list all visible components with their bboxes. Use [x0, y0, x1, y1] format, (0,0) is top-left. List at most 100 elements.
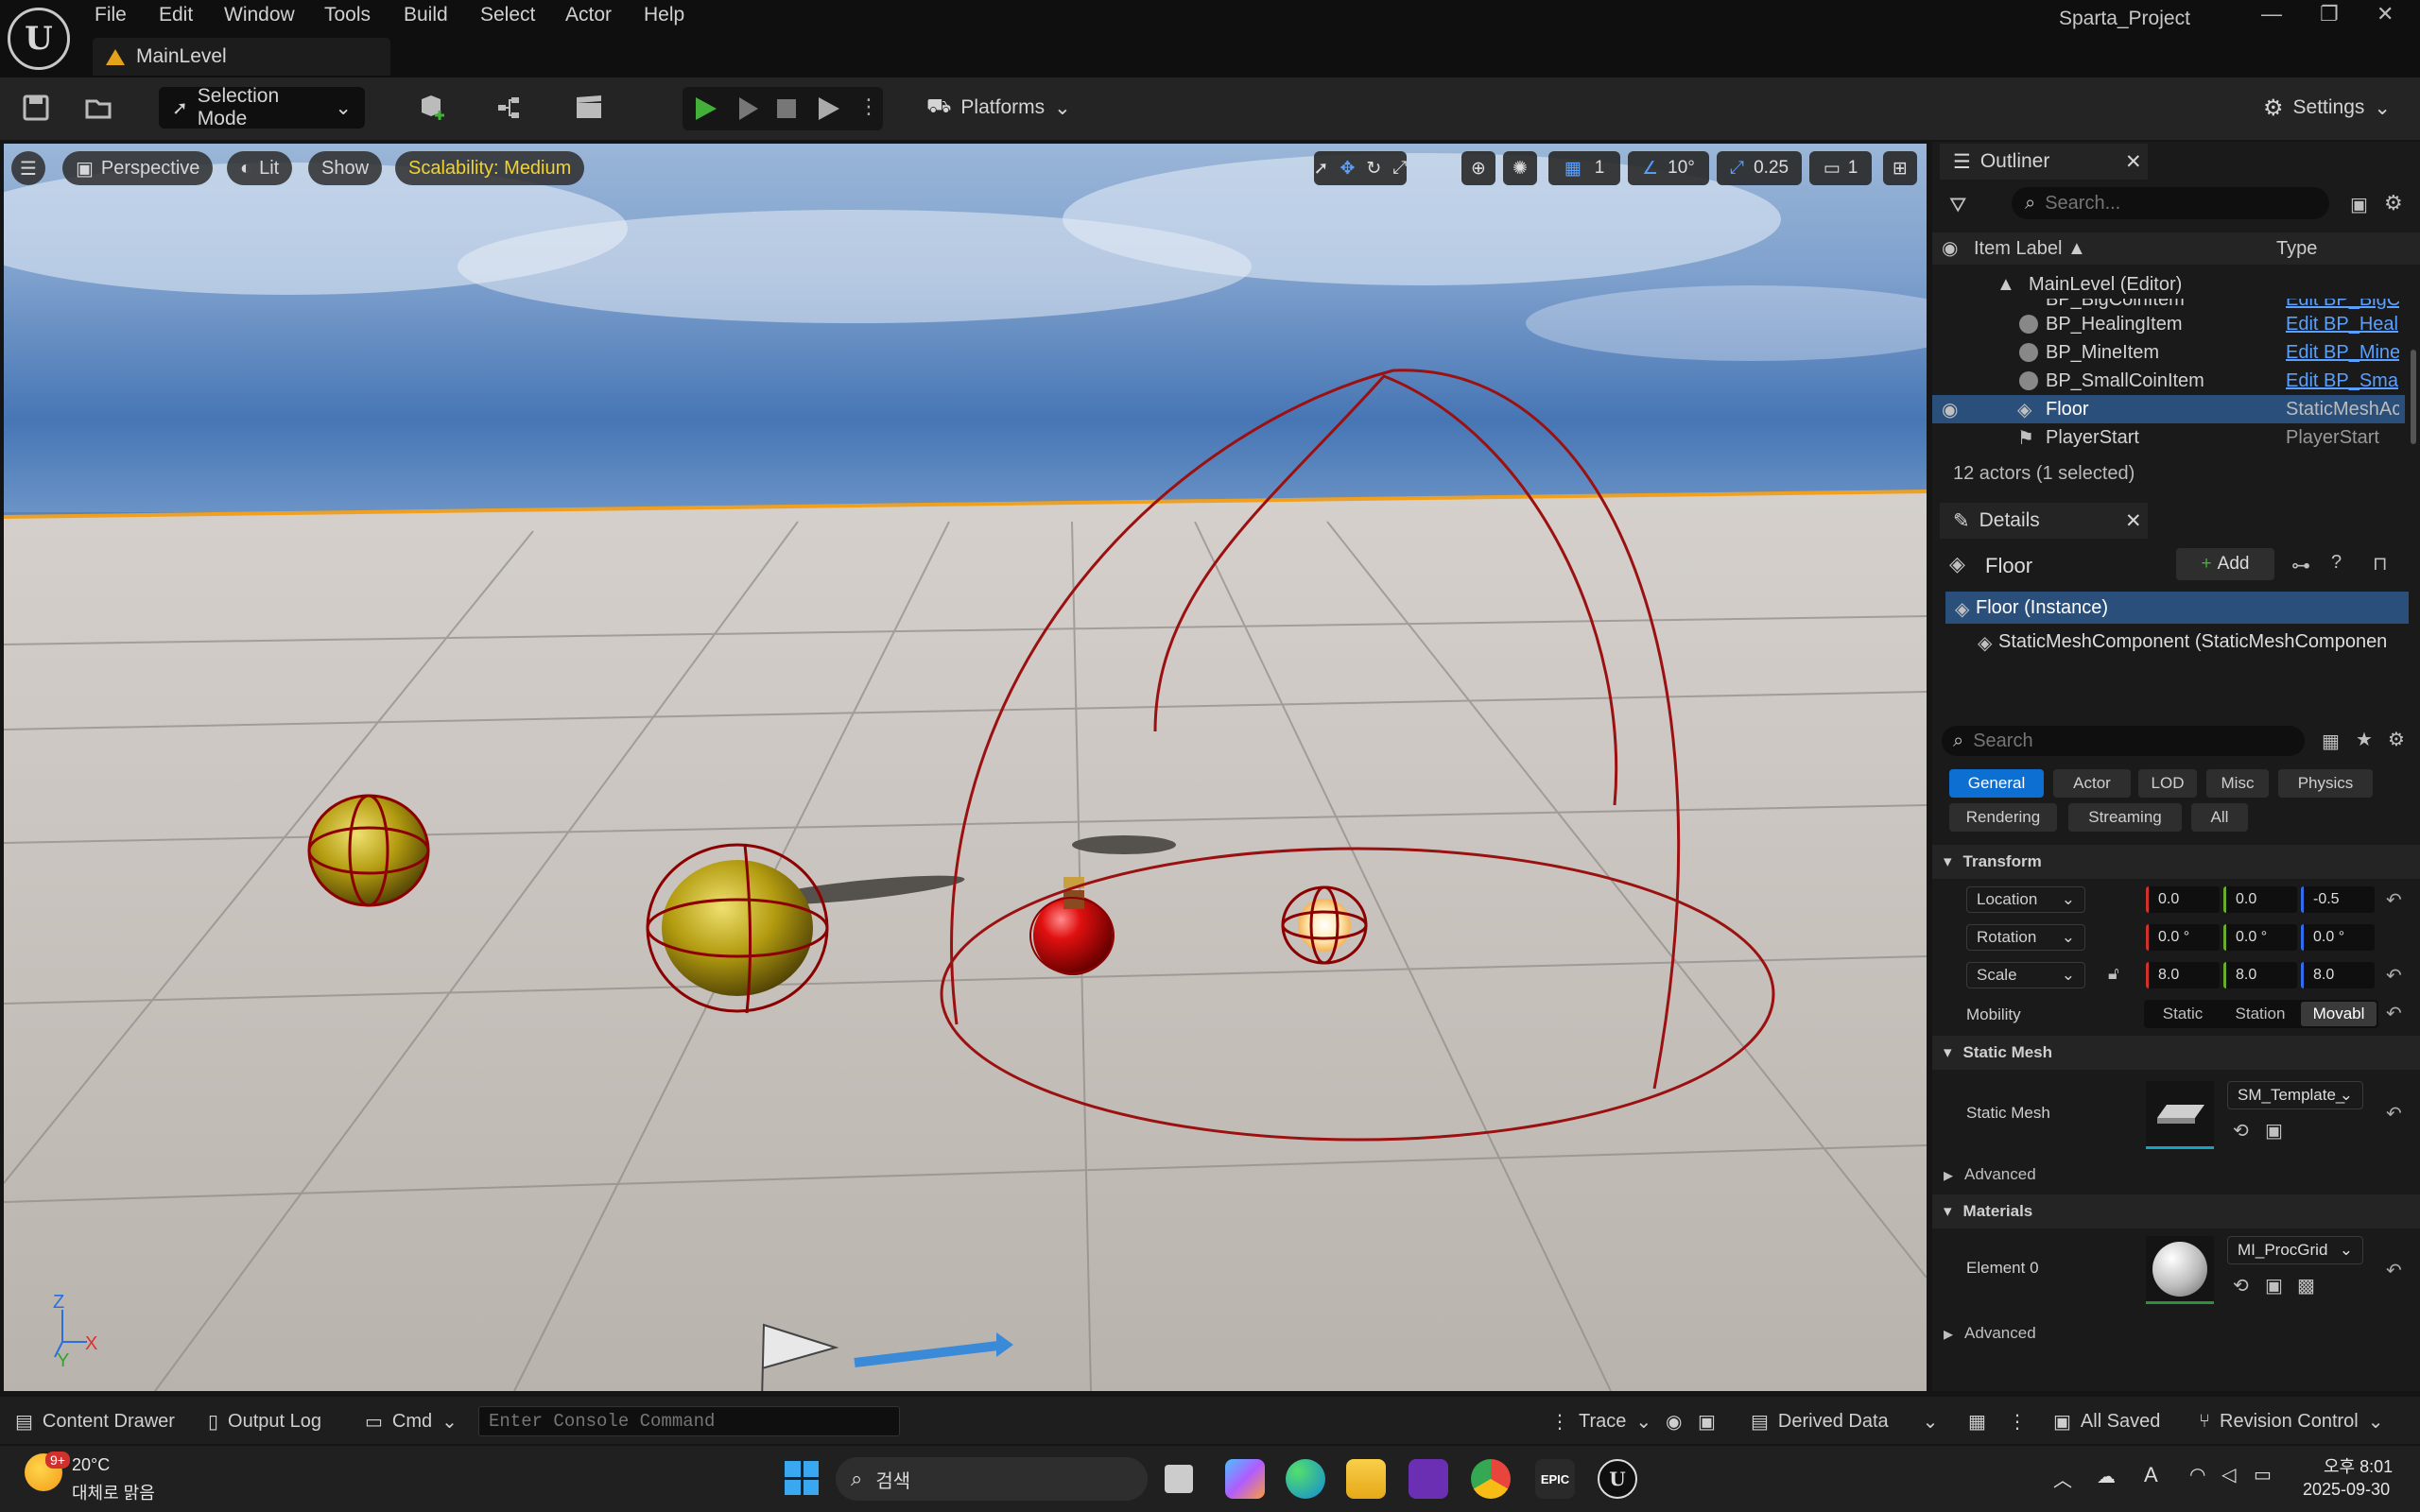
scale-z[interactable]: 8.0	[2301, 962, 2375, 988]
material-thumbnail[interactable]	[2146, 1236, 2214, 1304]
menu-tools[interactable]: Tools	[324, 4, 371, 26]
reset-location-icon[interactable]: ↶	[2386, 888, 2402, 912]
outliner-row[interactable]: ⚑ PlayerStart PlayerStart	[1932, 423, 2405, 452]
location-z[interactable]: -0.5	[2301, 886, 2375, 913]
more-options-icon[interactable]: ⋮	[2008, 1406, 2027, 1436]
new-folder-icon[interactable]: ▣	[2350, 193, 2368, 216]
visual-studio-icon[interactable]	[1409, 1459, 1448, 1499]
reset-material-icon[interactable]: ↶	[2386, 1259, 2402, 1282]
favorites-star-icon[interactable]: ★	[2356, 728, 2373, 751]
platforms-dropdown[interactable]: ⛟ Platforms ⌄	[913, 87, 1084, 129]
scale-dropdown[interactable]: Scale ⌄	[1966, 962, 2085, 988]
texture-icon[interactable]: ▩	[2297, 1274, 2315, 1297]
outliner-row-selected[interactable]: ◉ ◈ Floor StaticMeshAc	[1932, 395, 2405, 423]
browse-content-icon[interactable]	[81, 91, 115, 125]
advanced-row[interactable]: ▸ Advanced	[1932, 1160, 2420, 1189]
category-actor[interactable]: Actor	[2053, 769, 2131, 798]
grid-snap-button[interactable]: ▦ 1	[1548, 151, 1620, 185]
play-icon[interactable]	[696, 97, 717, 120]
static-mesh-thumbnail[interactable]	[2146, 1081, 2214, 1149]
level-viewport[interactable]: Z X Y ☰ ▣ Perspective ◐ Lit Show Scalabili…	[4, 144, 1927, 1391]
location-y[interactable]: 0.0	[2223, 886, 2297, 913]
outliner-search[interactable]: ⌕	[2012, 187, 2329, 219]
help-icon[interactable]: ?	[2331, 552, 2342, 574]
menu-file[interactable]: File	[95, 4, 127, 26]
edge-icon[interactable]	[1286, 1459, 1325, 1499]
category-general[interactable]: General	[1949, 769, 2044, 798]
static-mesh-dropdown[interactable]: SM_Template_ ⌄	[2227, 1081, 2363, 1109]
trace-dropdown[interactable]: ⋮ Trace ⌄	[1550, 1406, 1651, 1436]
stop-icon[interactable]	[777, 99, 796, 118]
outliner-row[interactable]: BP_BigCoinItem Edit BP_BigCo	[1932, 299, 2405, 310]
reset-mesh-icon[interactable]: ↶	[2386, 1102, 2402, 1125]
details-settings-icon[interactable]: ⚙	[2388, 728, 2405, 751]
select-tool-icon[interactable]: ➚	[1314, 158, 1329, 180]
material-dropdown[interactable]: MI_ProcGrid ⌄	[2227, 1236, 2363, 1264]
clock-time[interactable]: 오후 8:01	[2324, 1453, 2393, 1478]
settings-dropdown[interactable]: ⚙ Settings ⌄	[2250, 87, 2404, 129]
outliner-row[interactable]: BP_SmallCoinItem Edit BP_Sma	[1932, 367, 2405, 395]
outliner-row[interactable]: BP_HealingItem Edit BP_Heal	[1932, 310, 2405, 338]
transform-section[interactable]: ▾ Transform	[1932, 845, 2420, 879]
details-search[interactable]: ⌕	[1942, 726, 2305, 756]
outliner-root-row[interactable]: ▲ MainLevel (Editor)	[1932, 270, 2405, 299]
source-control-icon[interactable]: ▦	[1968, 1406, 1986, 1436]
camera-speed-button[interactable]: ▭ 1	[1809, 151, 1872, 185]
blueprint-icon[interactable]: ⊶	[2291, 554, 2310, 577]
mobility-static[interactable]: Static	[2144, 1000, 2221, 1028]
unreal-logo-icon[interactable]: U	[8, 8, 70, 70]
close-details-icon[interactable]: ✕	[2125, 509, 2142, 533]
lit-button[interactable]: ◐ Lit	[227, 151, 293, 185]
use-selected-icon[interactable]: ⟲	[2233, 1119, 2249, 1143]
taskbar-search[interactable]: ⌕ 검색	[836, 1457, 1148, 1501]
play-options-icon[interactable]: ⋮	[858, 94, 879, 119]
materials-section[interactable]: ▾ Materials	[1932, 1194, 2420, 1228]
tab-details[interactable]: ✎ Details ✕	[1940, 503, 2148, 539]
browse-asset-icon[interactable]: ▣	[2265, 1119, 2283, 1143]
record-icon[interactable]: ◉	[1666, 1406, 1682, 1436]
viewport-scene[interactable]: Z X Y	[4, 144, 1927, 1391]
scale-y[interactable]: 8.0	[2223, 962, 2297, 988]
scale-snap-button[interactable]: ⤢ 0.25	[1717, 151, 1802, 185]
save-icon[interactable]	[19, 91, 53, 125]
scale-x[interactable]: 8.0	[2146, 962, 2220, 988]
scale-tool-icon[interactable]: ⤢	[1392, 158, 1407, 179]
property-matrix-icon[interactable]: ▦	[2322, 730, 2340, 753]
category-misc[interactable]: Misc	[2206, 769, 2269, 798]
outliner-settings-icon[interactable]: ⚙	[2384, 191, 2403, 215]
location-x[interactable]: 0.0	[2146, 886, 2220, 913]
task-view-icon[interactable]	[1165, 1465, 1193, 1493]
reset-mobility-icon[interactable]: ↶	[2386, 1002, 2402, 1025]
mobility-movable[interactable]: Movabl	[2301, 1002, 2377, 1026]
outliner-row[interactable]: BP_MineItem Edit BP_Mine	[1932, 338, 2405, 367]
ime-icon[interactable]: A	[2144, 1463, 2158, 1487]
epic-games-icon[interactable]: EPIC	[1535, 1459, 1575, 1499]
world-local-icon[interactable]: ⊕	[1461, 151, 1495, 185]
content-drawer-button[interactable]: ▤ Content Drawer	[15, 1406, 175, 1436]
copilot-icon[interactable]	[1225, 1459, 1265, 1499]
clock-date[interactable]: 2025-09-30	[2303, 1480, 2390, 1500]
surface-snap-icon[interactable]: ✺	[1503, 151, 1537, 185]
category-all[interactable]: All	[2191, 803, 2248, 832]
windows-start-icon[interactable]	[785, 1461, 819, 1495]
rotation-y[interactable]: 0.0 °	[2223, 924, 2297, 951]
component-row[interactable]: ◈ StaticMeshComponent (StaticMeshCompone…	[1945, 626, 2409, 658]
console-command-input[interactable]	[478, 1406, 900, 1436]
perspective-button[interactable]: ▣ Perspective	[62, 151, 214, 185]
static-mesh-section[interactable]: ▾ Static Mesh	[1932, 1036, 2420, 1070]
rotation-x[interactable]: 0.0 °	[2146, 924, 2220, 951]
menu-build[interactable]: Build	[404, 4, 448, 26]
volume-icon[interactable]: ◁	[2221, 1463, 2236, 1486]
lock-icon[interactable]: ⊓	[2373, 552, 2388, 576]
restore-icon[interactable]: ❐	[2320, 2, 2339, 26]
reset-scale-icon[interactable]: ↶	[2386, 964, 2402, 988]
output-log-button[interactable]: ▯ Output Log	[208, 1406, 321, 1436]
rotation-z[interactable]: 0.0 °	[2301, 924, 2375, 951]
eject-icon[interactable]	[819, 97, 839, 120]
add-actor-icon[interactable]	[416, 91, 450, 125]
snapshot-icon[interactable]: ▣	[1698, 1406, 1716, 1436]
selection-mode-dropdown[interactable]: ➚ Selection Mode ⌄	[159, 85, 365, 129]
browse-asset-icon[interactable]: ▣	[2265, 1274, 2283, 1297]
details-search-input[interactable]	[1973, 730, 2257, 752]
viewport-layout-icon[interactable]: ⊞	[1883, 151, 1917, 185]
